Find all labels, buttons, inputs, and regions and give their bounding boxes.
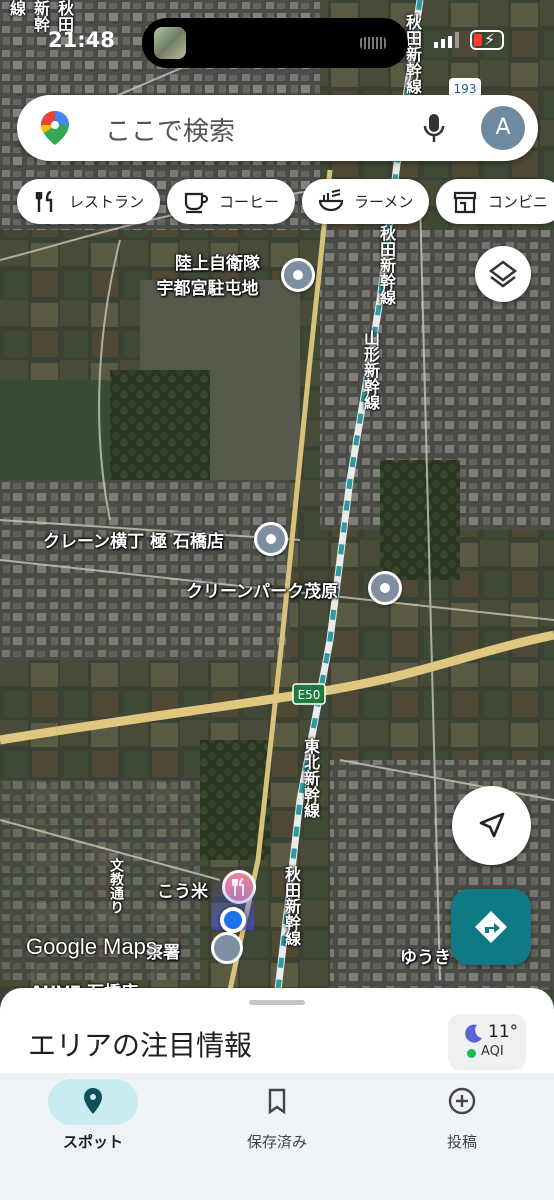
my-location-dot	[220, 907, 246, 933]
chip-label: コーヒー	[219, 193, 280, 211]
google-maps-logo: Google Maps	[26, 934, 157, 959]
chip-ramen[interactable]: ラーメン	[302, 179, 430, 224]
rail-label: 秋田新幹線	[282, 866, 301, 946]
sheet-title: エリアの注目情報	[28, 1029, 253, 1062]
weather-widget[interactable]: 11° AQI	[448, 1014, 526, 1070]
status-time: 21:48	[48, 28, 115, 52]
temperature: 11°	[488, 1022, 519, 1042]
bottom-navigation: スポット 保存済み 投稿	[0, 1073, 554, 1200]
poi-label-line2: 宇都宮駐屯地	[156, 279, 259, 299]
nav-label: スポット	[62, 1133, 123, 1151]
convenience-store-icon	[453, 191, 477, 213]
now-playing-thumbnail	[154, 27, 186, 59]
directions-icon	[475, 911, 507, 943]
map-pin[interactable]	[281, 258, 315, 292]
directions-button[interactable]	[451, 889, 531, 965]
rail-label: 秋田新幹線	[377, 225, 396, 305]
route-shield-e50: E50	[298, 688, 321, 702]
search-bar[interactable]: ここで検索 A	[17, 95, 538, 161]
rail-label: 東北新幹線	[301, 738, 320, 818]
audio-wave-icon	[360, 37, 386, 49]
chip-label: ラーメン	[354, 193, 414, 211]
search-input[interactable]: ここで検索	[105, 111, 235, 148]
layers-button[interactable]	[475, 246, 531, 302]
road-label: 文教通り	[108, 858, 124, 914]
nav-label: 保存済み	[246, 1133, 307, 1151]
google-maps-pin-icon	[41, 111, 69, 145]
aqi-status-dot	[467, 1049, 476, 1058]
microphone-icon[interactable]	[421, 112, 447, 144]
route-shield-193: 193	[454, 82, 477, 96]
rail-label: 山形新幹線	[361, 330, 380, 410]
poi-label-yuki[interactable]: ゆうき	[400, 943, 451, 968]
poi-label-clean-park[interactable]: クリーンパーク茂原	[186, 577, 338, 602]
sheet-drag-handle[interactable]	[249, 1000, 305, 1005]
chip-convenience-store[interactable]: コンビニ	[436, 179, 554, 224]
battery-icon: ⚡	[470, 30, 504, 50]
chip-label: コンビニ	[488, 193, 549, 211]
aqi-label: AQI	[481, 1044, 504, 1059]
chip-restaurant[interactable]: レストラン	[17, 179, 161, 224]
my-location-button[interactable]	[452, 786, 531, 865]
map-pin[interactable]	[368, 571, 402, 605]
add-circle-icon	[448, 1087, 476, 1115]
ramen-bowl-icon	[318, 188, 344, 211]
chip-coffee[interactable]: コーヒー	[167, 179, 296, 224]
moon-icon	[465, 1024, 482, 1043]
fork-knife-icon	[35, 190, 53, 212]
map-pin[interactable]	[254, 522, 288, 556]
poi-label-base[interactable]: 陸上自衛隊 宇都宮駐屯地	[157, 252, 261, 302]
cellular-signal-icon	[434, 32, 459, 48]
location-pin-icon	[84, 1088, 102, 1114]
dynamic-island	[142, 18, 408, 68]
poi-label-koumai[interactable]: こう米	[157, 877, 208, 902]
poi-label-crane-yokocho[interactable]: クレーン横丁 極 石橋店	[43, 527, 224, 552]
layers-icon	[488, 260, 518, 288]
navigation-arrow-icon	[479, 812, 505, 838]
bookmark-icon	[268, 1088, 286, 1115]
poi-label-line1: 陸上自衛隊	[175, 254, 260, 274]
coffee-cup-icon	[184, 192, 209, 213]
police-pin-icon[interactable]	[211, 932, 243, 964]
nav-label: 投稿	[446, 1133, 477, 1151]
chip-label: レストラン	[69, 193, 145, 211]
account-avatar[interactable]: A	[481, 106, 525, 150]
